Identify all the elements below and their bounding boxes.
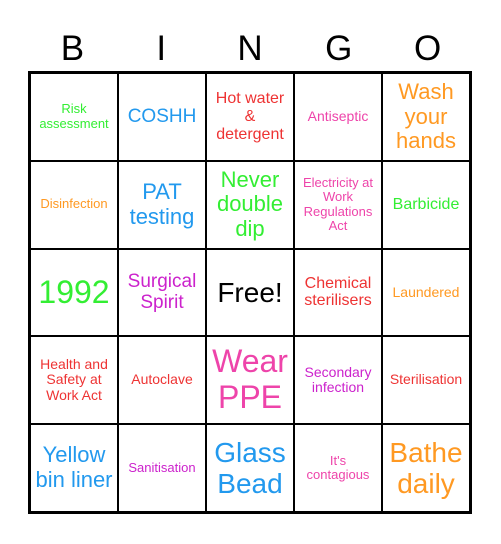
bingo-cell[interactable]: 1992 (30, 248, 118, 337)
bingo-cell[interactable]: Antiseptic (294, 73, 382, 161)
bingo-cell[interactable]: Glass Bead (206, 424, 294, 512)
bingo-cell[interactable]: Electricity at Work Regulations Act (294, 160, 382, 249)
bingo-cell[interactable]: COSHH (118, 73, 206, 161)
header-letter-b: B (60, 29, 85, 68)
bingo-cell[interactable]: Health and Safety at Work Act (30, 336, 118, 425)
bingo-cell[interactable]: It's contagious (294, 424, 382, 512)
bingo-cell[interactable]: Surgical Spirit (118, 248, 206, 337)
header-letter-g: G (325, 29, 353, 68)
bingo-cell[interactable]: Never double dip (206, 160, 294, 249)
bingo-cell[interactable]: PAT testing (118, 160, 206, 249)
bingo-cell[interactable]: Risk assessment (30, 73, 118, 161)
bingo-cell[interactable]: Wash your hands (382, 73, 470, 161)
bingo-cell[interactable]: Yellow bin liner (30, 424, 118, 512)
bingo-cell[interactable]: Disinfection (30, 160, 118, 249)
bingo-cell[interactable]: Wear PPE (206, 336, 294, 425)
header-letter-n: N (237, 29, 263, 68)
header-letter-o: O (413, 29, 442, 68)
bingo-cell[interactable]: Hot water & detergent (206, 73, 294, 161)
bingo-cell[interactable]: Chemical sterilisers (294, 248, 382, 337)
bingo-cell[interactable]: Laundered (382, 248, 470, 337)
bingo-cell-free[interactable]: Free! (206, 248, 294, 337)
bingo-cell[interactable]: Sanitisation (118, 424, 206, 512)
bingo-header: B I N G O (28, 26, 472, 72)
bingo-cell[interactable]: Sterilisation (382, 336, 470, 425)
bingo-cell[interactable]: Secondary infection (294, 336, 382, 425)
header-letter-i: I (156, 29, 167, 68)
bingo-card: Risk assessment COSHH Hot water & deterg… (28, 71, 472, 514)
bingo-cell[interactable]: Bathe daily (382, 424, 470, 512)
bingo-cell[interactable]: Autoclave (118, 336, 206, 425)
bingo-cell[interactable]: Barbicide (382, 160, 470, 249)
